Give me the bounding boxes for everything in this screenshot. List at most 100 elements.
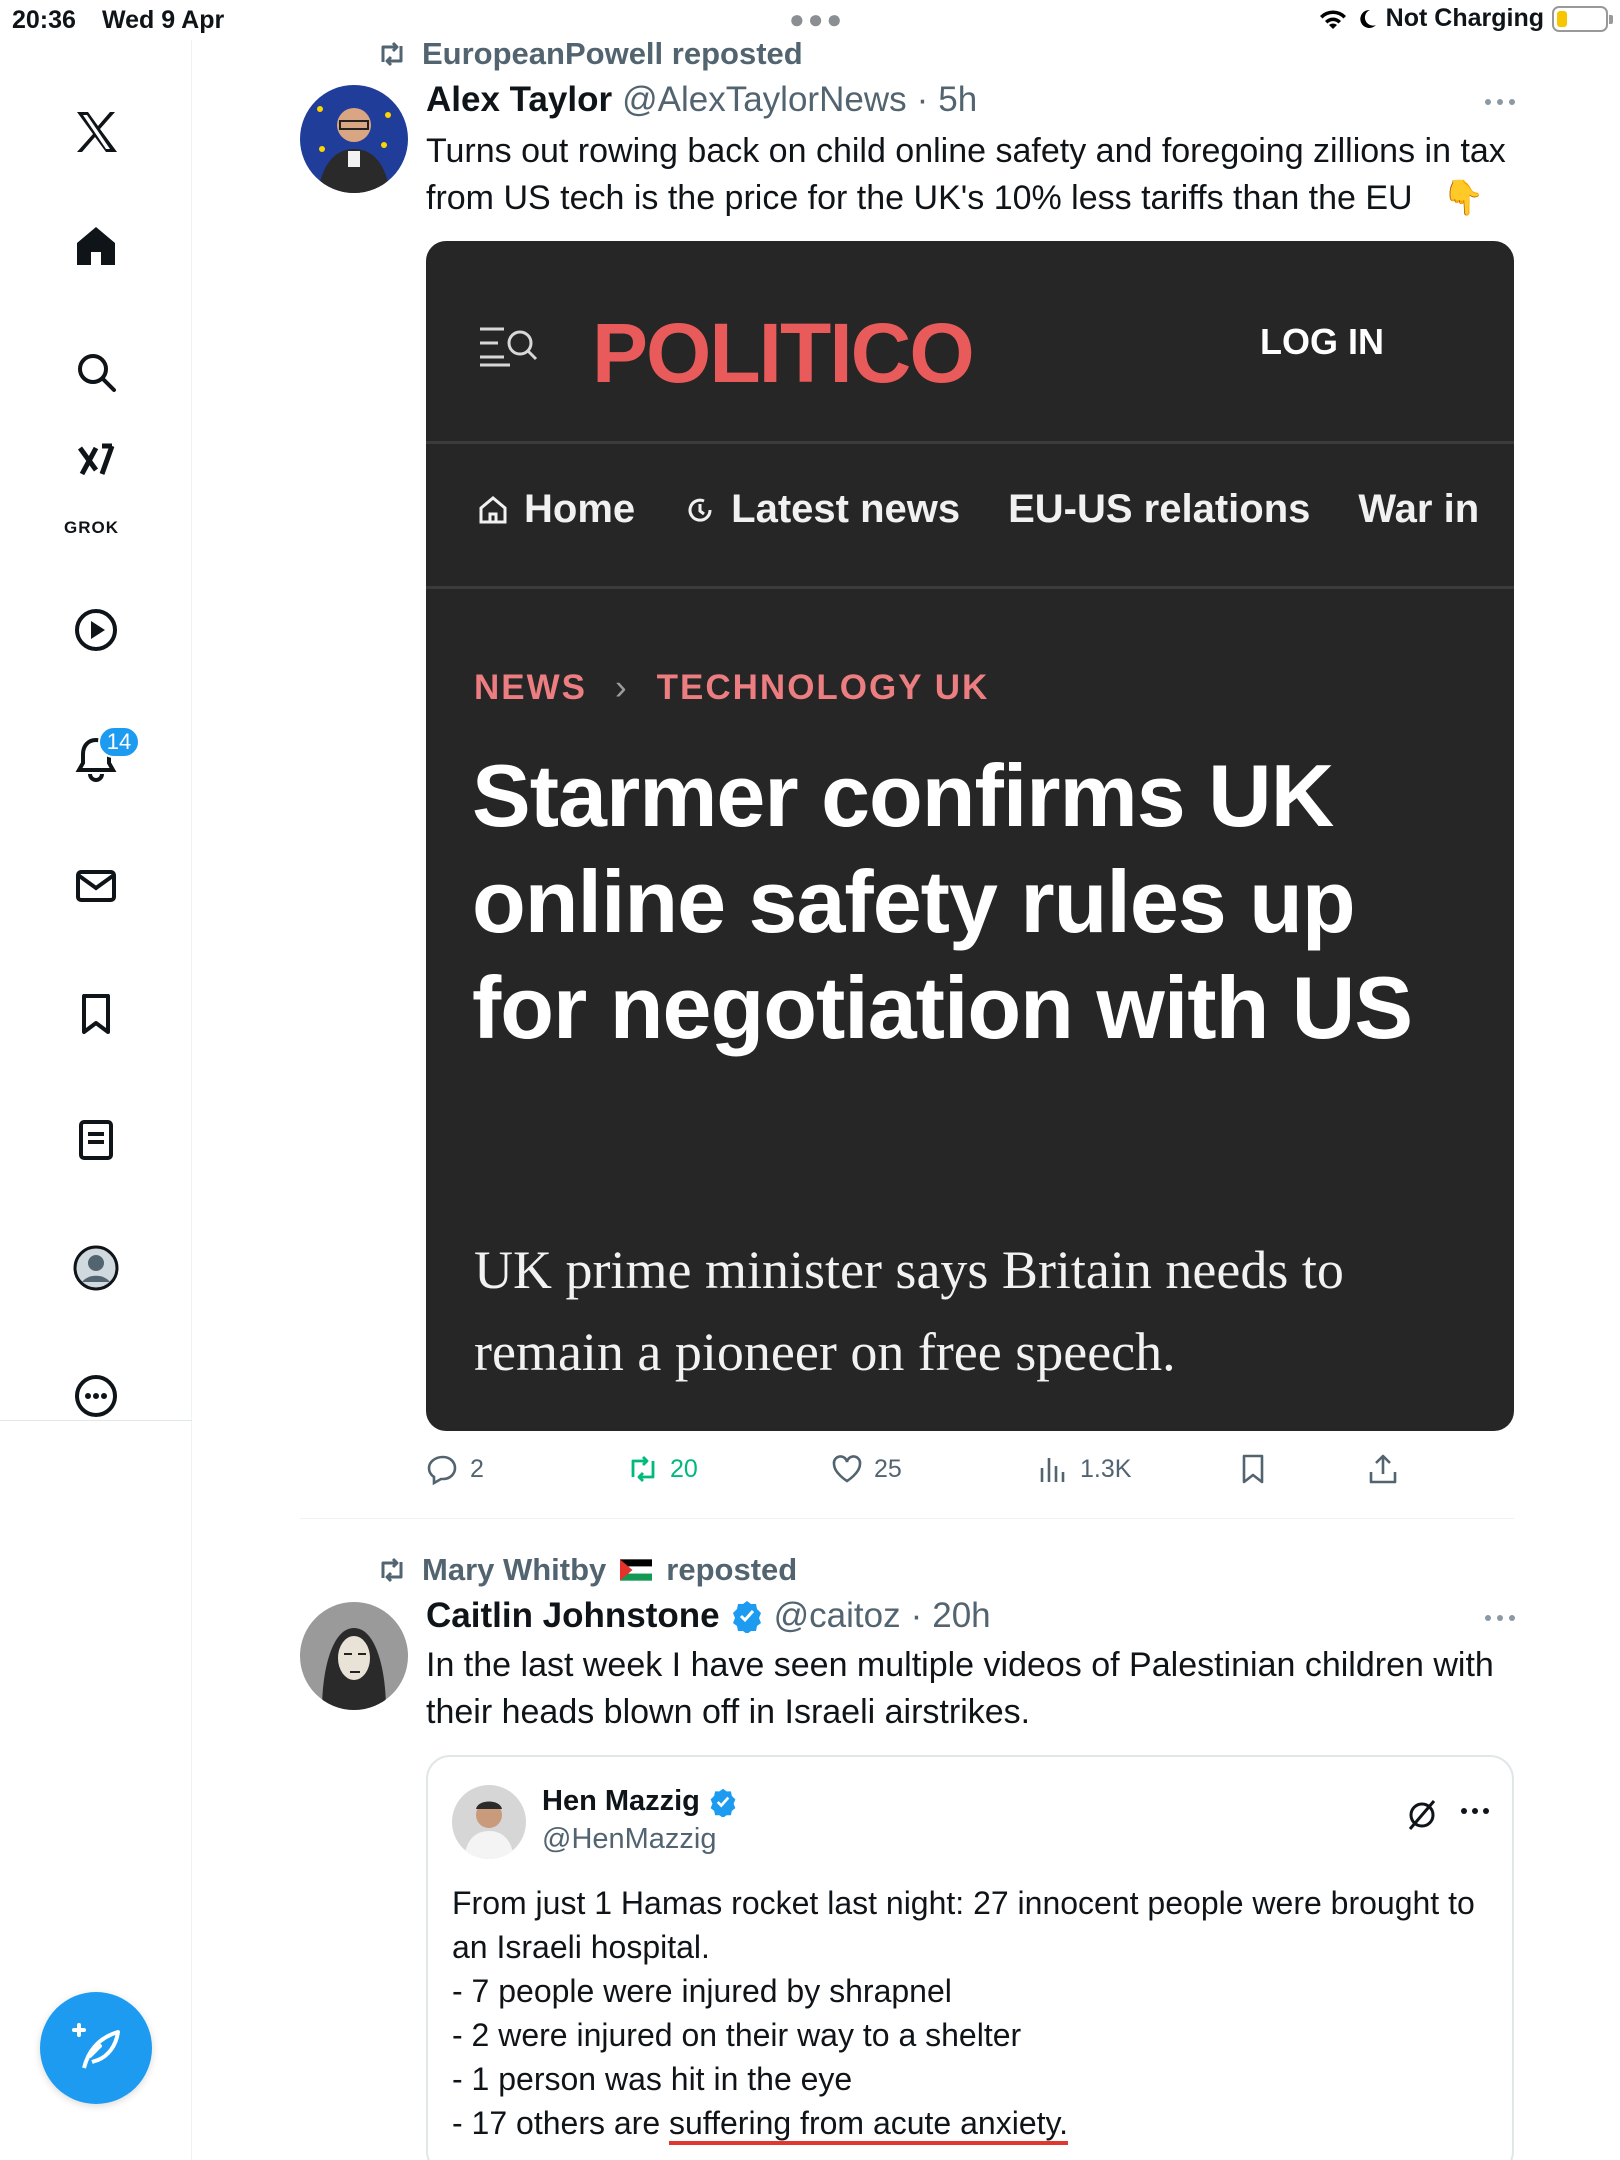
nav-home[interactable]: Home — [476, 487, 635, 532]
tweet-body: In the last week I have seen multiple vi… — [426, 1642, 1526, 1736]
repost-suffix: reposted — [666, 1552, 798, 1587]
lists-icon[interactable] — [54, 1098, 138, 1182]
repost-context: Mary Whitby reposted — [376, 1552, 797, 1588]
author-handle[interactable]: @caitoz — [774, 1596, 901, 1636]
tweet-text-line: In the last week I have seen multiple vi… — [426, 1646, 1494, 1684]
status-date: Wed 9 Apr — [102, 6, 225, 34]
quoted-tweet[interactable]: Hen Mazzig @HenMazzig From just 1 Hamas … — [426, 1755, 1514, 2160]
tweet-text-line: Turns out rowing back on child online sa… — [426, 132, 1506, 170]
nav-latest[interactable]: Latest news — [683, 487, 960, 532]
tweet-time[interactable]: 5h — [938, 80, 977, 120]
bookmark-icon[interactable] — [54, 972, 138, 1056]
header-divider — [426, 441, 1514, 444]
tweet-time[interactable]: 20h — [932, 1596, 990, 1636]
tweet-more-icon[interactable] — [1480, 1608, 1520, 1628]
repost-icon — [631, 1456, 655, 1482]
tweet-header: Alex Taylor @AlexTaylorNews · 5h — [426, 80, 977, 120]
author-handle[interactable]: @AlexTaylorNews — [622, 80, 907, 120]
politico-header: POLITICO LOG IN — [426, 241, 1514, 443]
more-options-icon[interactable] — [54, 1354, 138, 1438]
status-right: Not Charging — [1318, 4, 1613, 33]
tweet-body: Turns out rowing back on child online sa… — [426, 128, 1526, 222]
x-logo-svg — [77, 112, 117, 152]
dot-separator: · — [910, 1596, 923, 1635]
politico-logo: POLITICO — [592, 306, 975, 400]
compose-feather-icon — [72, 2023, 120, 2069]
quoted-author-handle[interactable]: @HenMazzig — [542, 1823, 717, 1856]
views-button[interactable]: 1.3K — [1036, 1452, 1131, 1486]
repost-context: EuropeanPowell reposted — [376, 36, 803, 72]
author-name[interactable]: Alex Taylor — [426, 80, 612, 120]
underlined-text: suffering from acute anxiety. — [669, 2105, 1069, 2145]
battery-icon — [1552, 5, 1613, 32]
article-headline: Starmer confirms UK online safety rules … — [472, 746, 1413, 1057]
author-avatar[interactable] — [300, 85, 408, 193]
quoted-author-name-row: Hen Mazzig — [542, 1785, 738, 1818]
quoted-more-icon[interactable] — [1458, 1801, 1492, 1821]
search-icon[interactable] — [54, 330, 138, 414]
reposter-name[interactable]: Mary Whitby — [422, 1552, 606, 1588]
reply-button[interactable]: 2 — [426, 1452, 484, 1486]
reply-count: 2 — [470, 1454, 484, 1483]
quoted-author-avatar[interactable] — [452, 1785, 526, 1859]
quoted-text-prefix: - 17 others are — [452, 2105, 669, 2141]
palestine-flag-icon — [620, 1559, 653, 1581]
x-logo-icon[interactable] — [54, 90, 138, 174]
multitasking-dots-icon[interactable]: ●●● — [789, 4, 845, 35]
repost-label[interactable]: EuropeanPowell reposted — [422, 36, 803, 72]
politico-nav: Home Latest news EU-US relations War in — [476, 487, 1479, 532]
chevron-right-icon: › — [615, 668, 629, 707]
home-outline-icon — [479, 495, 507, 523]
breadcrumb-topic[interactable]: TECHNOLOGY UK — [657, 668, 990, 708]
pointing-down-emoji: 👇 — [1442, 179, 1485, 217]
like-button[interactable]: 25 — [830, 1452, 902, 1486]
repost-icon — [381, 41, 403, 67]
breadcrumb-section[interactable]: NEWS — [474, 668, 587, 708]
profile-avatar-icon[interactable] — [54, 1226, 138, 1310]
author-name[interactable]: Caitlin Johnstone — [426, 1596, 720, 1636]
repost-icon — [381, 1557, 403, 1583]
status-bar: 20:36 Wed 9 Apr ●●● Not Charging — [0, 0, 1620, 40]
nav-eu-us[interactable]: EU-US relations — [1008, 487, 1310, 532]
moon-icon — [1359, 9, 1376, 28]
tweet-header: Caitlin Johnstone @caitoz · 20h — [426, 1596, 991, 1636]
charging-status: Not Charging — [1385, 4, 1544, 32]
repost-button[interactable]: 20 — [626, 1452, 698, 1486]
link-preview-card[interactable]: POLITICO LOG IN Home Latest news EU-US r… — [426, 241, 1514, 1431]
login-button[interactable]: LOG IN — [1260, 321, 1384, 363]
author-avatar[interactable] — [300, 1602, 408, 1710]
grok-slash-icon[interactable] — [1402, 1795, 1442, 1835]
tweet-text-line: their heads blown off in Israeli airstri… — [426, 1693, 1031, 1731]
tweet-actions: 2 20 25 1.3K — [426, 1452, 1486, 1492]
grok-label: GROK — [64, 518, 119, 537]
compose-post-button[interactable] — [40, 1992, 152, 2104]
menu-search-icon[interactable] — [476, 321, 540, 369]
view-count: 1.3K — [1080, 1454, 1132, 1483]
article-subhead: UK prime minister says Britain needs to … — [474, 1240, 1344, 1382]
sidebar-divider — [0, 1420, 192, 1421]
grok-icon[interactable] — [54, 420, 138, 504]
wifi-icon — [1319, 9, 1346, 29]
nav-latest-label: Latest news — [731, 487, 961, 531]
share-icon — [1369, 1454, 1397, 1484]
quoted-text-line: From just 1 Hamas rocket last night: 27 … — [452, 1885, 1475, 1921]
verified-badge-icon — [732, 1601, 761, 1633]
reply-icon — [427, 1455, 457, 1486]
nav-war[interactable]: War in — [1358, 487, 1479, 532]
quoted-text-line: - 2 were injured on their way to a shelt… — [452, 2017, 1022, 2053]
heart-icon — [832, 1455, 862, 1483]
clock-refresh-icon — [688, 498, 712, 522]
share-button[interactable] — [1366, 1452, 1400, 1486]
tweet-more-icon[interactable] — [1480, 92, 1520, 112]
quoted-author-name[interactable]: Hen Mazzig — [542, 1785, 700, 1818]
like-count: 25 — [874, 1454, 902, 1483]
bookmark-button[interactable] — [1236, 1452, 1270, 1486]
home-icon[interactable] — [54, 204, 138, 288]
nav-home-label: Home — [524, 487, 636, 531]
verified-badge-icon — [710, 1788, 736, 1817]
tweet-text-line: from US tech is the price for the UK's 1… — [426, 179, 1413, 217]
messages-envelope-icon[interactable] — [54, 844, 138, 928]
quoted-text-line: an Israeli hospital. — [452, 1929, 710, 1965]
video-play-icon[interactable] — [54, 588, 138, 672]
quoted-text-line: - 7 people were injured by shrapnel — [452, 1973, 952, 2009]
